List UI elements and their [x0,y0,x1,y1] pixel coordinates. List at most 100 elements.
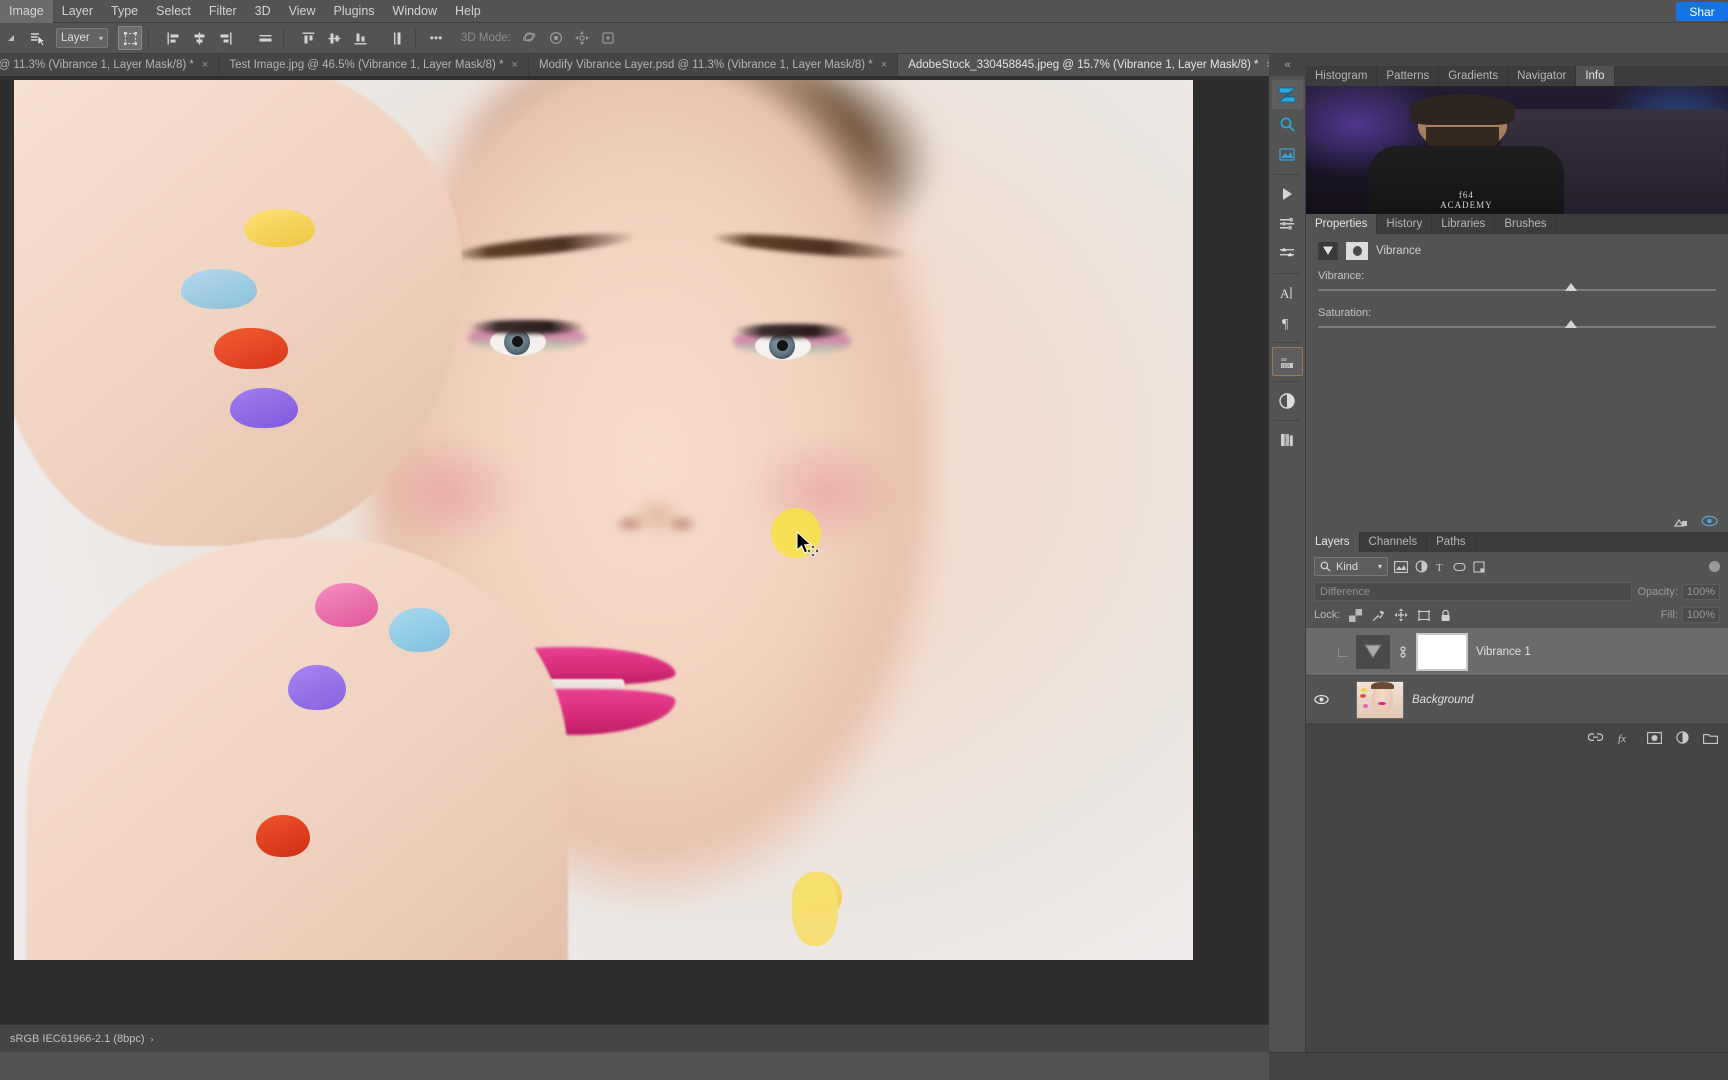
menu-item-3d[interactable]: 3D [246,0,280,23]
tab-gradients[interactable]: Gradients [1439,66,1509,86]
layer-mask-icon[interactable] [1346,242,1368,260]
menu-item-layer[interactable]: Layer [53,0,102,23]
filter-pixel-layers-icon[interactable] [1394,560,1408,573]
tool-preset-arrow-icon[interactable] [0,26,22,50]
tab-channels[interactable]: Channels [1359,532,1428,552]
menu-item-type[interactable]: Type [102,0,147,23]
document-tab-1[interactable]: Test Image.jpg @ 46.5% (Vibrance 1, Laye… [219,54,529,76]
roll-3d-icon[interactable] [544,26,568,50]
blend-mode-select[interactable]: Difference [1314,582,1632,601]
menu-item-view[interactable]: View [280,0,325,23]
paragraph-pilcrow-icon[interactable]: ¶ [1272,308,1303,337]
isolate-layers-icon[interactable]: ∞ ISX [1271,347,1303,376]
tab-info[interactable]: Info [1576,66,1615,86]
saturation-slider-knob[interactable] [1564,320,1577,328]
nail-red-1 [214,328,288,369]
align-center-horizontal-icon[interactable] [187,26,211,50]
adjustments-stack-icon[interactable] [1272,140,1303,169]
layer-list[interactable]: Vibrance 1 Background [1306,628,1728,724]
align-top-icon[interactable] [296,26,320,50]
vibrance-adjustment-icon[interactable] [1356,634,1390,669]
zbrush-z-logo-icon[interactable] [1271,80,1303,109]
close-icon[interactable]: × [881,59,887,71]
close-icon[interactable]: × [202,59,208,71]
tab-layers[interactable]: Layers [1306,532,1360,552]
background-layer-thumbnail[interactable] [1356,680,1404,719]
lock-all-icon[interactable] [1440,609,1451,622]
distribute-horizontal-icon[interactable] [253,26,277,50]
align-bottom-icon[interactable] [348,26,372,50]
layer-filter-kind-select[interactable]: Kind ▾ [1314,557,1388,576]
adjustment-circle-icon[interactable] [1272,386,1303,415]
saturation-slider-track[interactable] [1318,320,1716,328]
more-align-options-button[interactable]: ••• [422,26,450,50]
link-layers-icon[interactable] [1588,732,1603,743]
lock-transparent-pixels-icon[interactable] [1349,608,1363,622]
share-button[interactable]: Shar [1676,2,1728,21]
tab-paths[interactable]: Paths [1427,532,1476,552]
move-tool-icon[interactable] [22,26,52,50]
menu-item-plugins[interactable]: Plugins [325,0,384,23]
tab-navigator[interactable]: Navigator [1508,66,1577,86]
document-tab-0[interactable]: 67.jpg @ 11.3% (Vibrance 1, Layer Mask/8… [0,54,220,76]
filter-shape-layers-icon[interactable] [1453,561,1466,573]
pan-3d-icon[interactable] [570,26,594,50]
collapse-panels-button[interactable]: « [1269,54,1306,76]
zoom-search-icon[interactable] [1272,110,1303,139]
tab-libraries[interactable]: Libraries [1432,214,1496,234]
filter-enable-toggle-icon[interactable] [1709,561,1720,572]
document-image[interactable] [14,80,1193,960]
tab-properties[interactable]: Properties [1306,214,1378,234]
slide-3d-icon[interactable] [596,26,620,50]
menu-item-window[interactable]: Window [384,0,446,23]
clip-to-layer-icon[interactable] [1674,515,1689,528]
vibrance-slider-track[interactable] [1318,283,1716,291]
layer-scope-select[interactable]: Layer ▾ [56,28,108,48]
filter-smart-objects-icon[interactable] [1473,560,1485,573]
toggle-visibility-icon[interactable] [1701,515,1718,527]
layer-row-background[interactable]: Background [1306,676,1728,724]
filter-adjustment-layers-icon[interactable] [1415,560,1428,573]
white-layer-mask-thumbnail[interactable] [1416,632,1468,671]
histogram-bars-icon[interactable] [1272,209,1303,238]
library-books-icon[interactable] [1272,425,1303,454]
layer-style-fx-icon[interactable]: fx [1617,732,1633,744]
distribute-vertical-icon[interactable] [385,26,409,50]
align-right-icon[interactable] [213,26,237,50]
lock-artboard-nesting-icon[interactable] [1417,609,1431,622]
fill-value[interactable]: 100% [1681,607,1720,623]
play-triangle-icon[interactable] [1272,179,1303,208]
canvas-area[interactable]: sRGB IEC61966-2.1 (8bpc) › [0,76,1269,1052]
menu-item-select[interactable]: Select [147,0,200,23]
menu-item-filter[interactable]: Filter [200,0,246,23]
tab-patterns[interactable]: Patterns [1377,66,1440,86]
menu-item-help[interactable]: Help [446,0,490,23]
opacity-value[interactable]: 100% [1681,583,1720,600]
new-adjustment-layer-icon[interactable] [1676,731,1689,744]
add-layer-mask-icon[interactable] [1647,731,1662,744]
align-center-vertical-icon[interactable] [322,26,346,50]
new-group-icon[interactable] [1703,732,1718,744]
lock-image-pixels-icon[interactable] [1371,609,1385,622]
eye-visible-icon[interactable] [1312,694,1330,705]
link-mask-icon[interactable] [1398,645,1408,659]
tab-brushes[interactable]: Brushes [1495,214,1557,234]
document-tab-2[interactable]: Modify Vibrance Layer.psd @ 11.3% (Vibra… [528,54,899,76]
align-left-icon[interactable] [161,26,185,50]
tab-histogram[interactable]: Histogram [1306,66,1378,86]
filter-type-layers-icon[interactable]: T [1435,561,1446,573]
vibrance-slider-knob[interactable] [1564,283,1577,291]
vibrance-slider-block: Vibrance: [1306,266,1728,297]
menu-item-image[interactable]: Image [0,0,53,23]
layer-row-vibrance-1[interactable]: Vibrance 1 [1306,628,1728,676]
vibrance-adjustment-icon[interactable] [1318,242,1338,260]
close-icon[interactable]: × [512,59,518,71]
document-tab-3[interactable]: AdobeStock_330458845.jpeg @ 15.7% (Vibra… [898,54,1284,76]
show-transform-controls-button[interactable] [118,26,142,50]
orbit-3d-icon[interactable] [518,26,542,50]
properties-sliders-icon[interactable] [1272,239,1303,268]
tab-history[interactable]: History [1377,214,1433,234]
lock-position-icon[interactable] [1394,608,1408,622]
status-expand-icon[interactable]: › [151,1034,154,1044]
character-A-icon[interactable]: A [1272,278,1303,307]
